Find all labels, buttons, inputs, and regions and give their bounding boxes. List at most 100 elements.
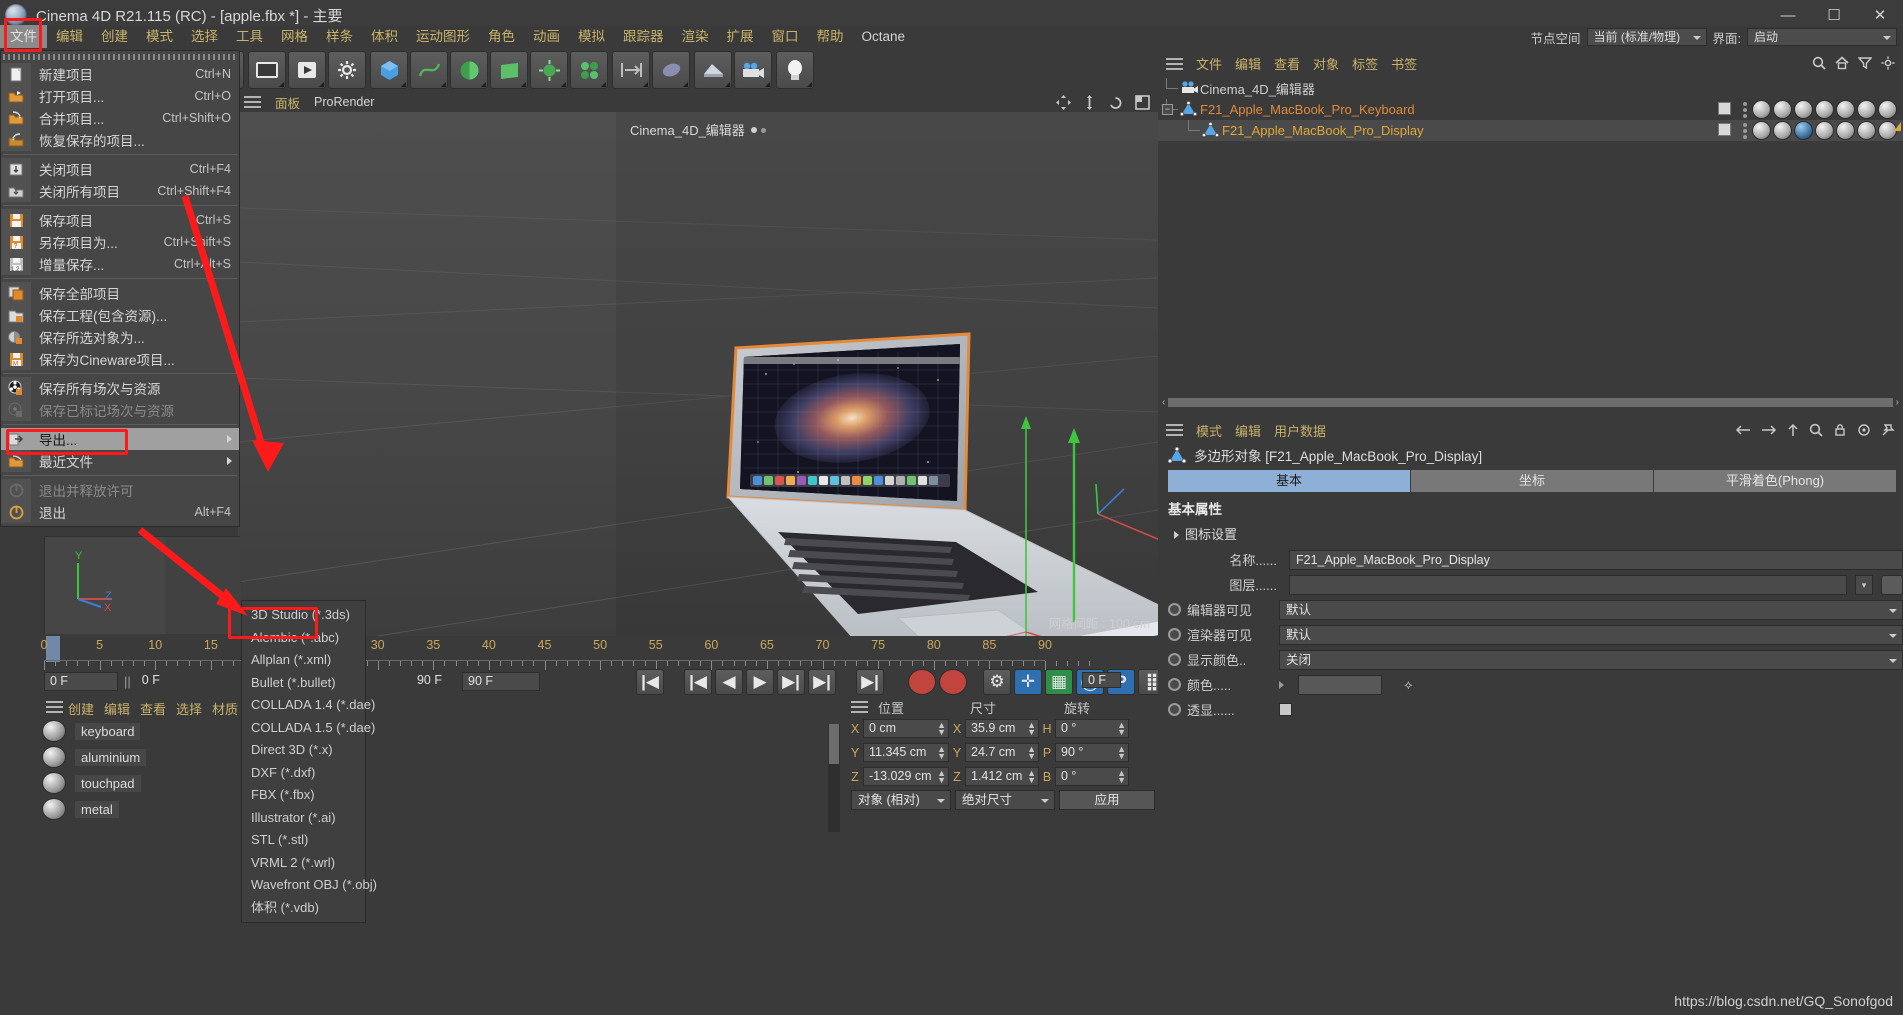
object-enable-checkbox[interactable] bbox=[1718, 102, 1731, 115]
export-menu-item-13[interactable]: 体积 (*.vdb) bbox=[242, 897, 365, 920]
material-menu-icon[interactable] bbox=[46, 701, 63, 713]
material-tag[interactable] bbox=[1836, 100, 1855, 119]
object-manager-menubar[interactable]: 文件编辑查看对象标签书签 bbox=[1158, 52, 1903, 75]
color-swatch-field[interactable] bbox=[1298, 675, 1382, 695]
menubar-item-17[interactable]: 帮助 bbox=[808, 26, 853, 48]
layer-input[interactable] bbox=[1289, 575, 1847, 595]
rotate-icon[interactable] bbox=[1108, 95, 1123, 110]
coordinate-row[interactable]: Y11.345 cm▲▼Y24.7 cm▲▼P90 °▲▼ bbox=[845, 742, 1155, 763]
size-field[interactable]: 24.7 cm▲▼ bbox=[965, 743, 1039, 762]
filter-icon[interactable] bbox=[1858, 56, 1872, 70]
material-tag[interactable] bbox=[1773, 121, 1792, 140]
forward-arrow-icon[interactable] bbox=[1761, 424, 1777, 436]
object-row[interactable]: −F21_Apple_MacBook_Pro_Keyboard bbox=[1158, 99, 1903, 120]
stepper-icon[interactable]: ▲▼ bbox=[1117, 746, 1126, 760]
size-field[interactable]: 35.9 cm▲▼ bbox=[965, 719, 1039, 738]
animation-track-toggle[interactable] bbox=[1168, 678, 1181, 691]
material-tag[interactable] bbox=[1773, 100, 1792, 119]
file-menu-item-5-0[interactable]: 导出... bbox=[1, 428, 239, 450]
attribute-menu-0[interactable]: 模式 bbox=[1196, 421, 1222, 440]
file-menu-item-0-2[interactable]: 合并项目...Ctrl+Shift+O bbox=[1, 107, 239, 129]
pan-icon[interactable] bbox=[1056, 95, 1071, 110]
position-field[interactable]: -13.029 cm▲▼ bbox=[863, 767, 949, 786]
position-field[interactable]: 11.345 cm▲▼ bbox=[863, 743, 949, 762]
material-manager-menubar[interactable]: 创建编辑查看选择材质 bbox=[0, 696, 845, 718]
cube-primitive-button[interactable] bbox=[370, 51, 408, 89]
menubar-item-16[interactable]: 窗口 bbox=[763, 26, 808, 48]
visibility-dots[interactable] bbox=[1739, 100, 1751, 119]
layout-controls[interactable]: 节点空间 当前 (标准/物理) 界面: 启动 bbox=[1531, 26, 1898, 48]
export-menu-item-2[interactable]: Allplan (*.xml) bbox=[242, 649, 365, 672]
material-item[interactable]: metal bbox=[0, 796, 845, 822]
coordinate-mode-select[interactable]: 对象 (相对) bbox=[851, 790, 951, 810]
maximize-viewport-icon[interactable] bbox=[1135, 95, 1150, 110]
export-menu-item-9[interactable]: Illustrator (*.ai) bbox=[242, 807, 365, 830]
attribute-tab-1[interactable]: 坐标 bbox=[1411, 470, 1654, 492]
material-menu-4[interactable]: 材质 bbox=[212, 699, 238, 718]
menubar-item-14[interactable]: 渲染 bbox=[673, 26, 718, 48]
attribute-tabs[interactable]: 基本坐标平滑着色(Phong) bbox=[1168, 470, 1897, 492]
3d-viewport[interactable]: Cinema_4D_编辑器 网格间距 : 100 cm bbox=[238, 112, 1158, 636]
file-menu-item-3-3[interactable]: M保存为Cineware项目... bbox=[1, 348, 239, 370]
file-menu-item-1-1[interactable]: 关闭所有项目Ctrl+Shift+F4 bbox=[1, 180, 239, 202]
pin-icon[interactable] bbox=[1881, 423, 1895, 437]
record-button[interactable] bbox=[908, 669, 936, 695]
material-swatch[interactable] bbox=[42, 772, 66, 794]
expand-collapse-toggle[interactable]: − bbox=[1162, 104, 1173, 115]
material-swatch[interactable] bbox=[42, 746, 66, 768]
stepper-icon[interactable]: ▲▼ bbox=[937, 770, 946, 784]
stepper-icon[interactable]: ▲▼ bbox=[1027, 770, 1036, 784]
material-tag[interactable] bbox=[1794, 121, 1813, 140]
attribute-field-row[interactable]: 渲染器可见默认 bbox=[1158, 622, 1903, 647]
material-item[interactable]: touchpad bbox=[0, 770, 845, 796]
deform-object-button[interactable] bbox=[652, 51, 690, 89]
export-menu-item-8[interactable]: FBX (*.fbx) bbox=[242, 784, 365, 807]
stepper-icon[interactable]: ▲▼ bbox=[937, 746, 946, 760]
attribute-checkbox[interactable] bbox=[1279, 703, 1292, 716]
file-menu-item-0-3[interactable]: 恢复保存的项目... bbox=[1, 129, 239, 151]
render-picture-button[interactable] bbox=[288, 51, 326, 89]
file-menu-item-2-1[interactable]: ?另存项目为...Ctrl+Shift+S bbox=[1, 231, 239, 253]
attribute-folder-icon-settings[interactable]: 图标设置 bbox=[1158, 522, 1903, 547]
export-menu-item-6[interactable]: Direct 3D (*.x) bbox=[242, 739, 365, 762]
material-menu-3[interactable]: 选择 bbox=[176, 699, 202, 718]
material-menu-2[interactable]: 查看 bbox=[140, 699, 166, 718]
object-menu-3[interactable]: 对象 bbox=[1313, 54, 1339, 73]
material-item[interactable]: keyboard bbox=[0, 718, 845, 744]
export-menu-item-12[interactable]: Wavefront OBJ (*.obj) bbox=[242, 874, 365, 897]
animation-track-toggle[interactable] bbox=[1168, 628, 1181, 641]
chevron-right-icon[interactable] bbox=[1279, 681, 1284, 689]
object-menu-1[interactable]: 编辑 bbox=[1235, 54, 1261, 73]
generator-button[interactable] bbox=[450, 51, 488, 89]
menubar-item-10[interactable]: 角色 bbox=[479, 26, 524, 48]
spline-button[interactable] bbox=[410, 51, 448, 89]
material-tag[interactable] bbox=[1815, 121, 1834, 140]
object-menu-2[interactable]: 查看 bbox=[1274, 54, 1300, 73]
coordinate-row[interactable]: X0 cm▲▼X35.9 cm▲▼H0 °▲▼ bbox=[845, 718, 1155, 739]
material-manager[interactable]: 创建编辑查看选择材质 keyboardaluminiumtouchpadmeta… bbox=[0, 696, 845, 836]
attribute-dropdown[interactable]: 默认 bbox=[1279, 625, 1903, 645]
tag-swatches[interactable] bbox=[1752, 121, 1897, 140]
play-button[interactable]: ▶ bbox=[746, 669, 774, 695]
stepper-icon[interactable]: ▲▼ bbox=[1117, 770, 1126, 784]
menubar-item-0[interactable]: 文件 bbox=[0, 25, 47, 49]
tag-swatches[interactable] bbox=[1752, 100, 1897, 119]
attribute-menu-icon[interactable] bbox=[1166, 424, 1183, 436]
viewport-menu-icon[interactable] bbox=[244, 96, 261, 108]
export-menu-item-1[interactable]: Alembic (*.abc) bbox=[242, 627, 365, 650]
autokey-button[interactable] bbox=[939, 669, 967, 695]
material-scrollbar[interactable] bbox=[828, 724, 840, 832]
export-menu-item-4[interactable]: COLLADA 1.4 (*.dae) bbox=[242, 694, 365, 717]
menubar-item-octane[interactable]: Octane bbox=[853, 26, 915, 48]
file-menu-item-4-0[interactable]: 保存所有场次与资源 bbox=[1, 377, 239, 399]
object-menu-icon[interactable] bbox=[1166, 58, 1183, 70]
attribute-tab-0[interactable]: 基本 bbox=[1168, 470, 1411, 492]
menubar-item-6[interactable]: 网格 bbox=[272, 26, 317, 48]
file-menu-dropdown[interactable]: 新建项目Ctrl+N打开项目...Ctrl+O合并项目...Ctrl+Shift… bbox=[0, 50, 240, 527]
search-icon[interactable] bbox=[1809, 423, 1823, 437]
scale-key-button[interactable]: ▦ bbox=[1045, 669, 1073, 695]
menubar-item-4[interactable]: 选择 bbox=[182, 26, 227, 48]
material-tag[interactable] bbox=[1752, 100, 1771, 119]
file-menu-item-5-1[interactable]: 最近文件 bbox=[1, 450, 239, 472]
rotation-field[interactable]: 90 °▲▼ bbox=[1055, 743, 1129, 762]
